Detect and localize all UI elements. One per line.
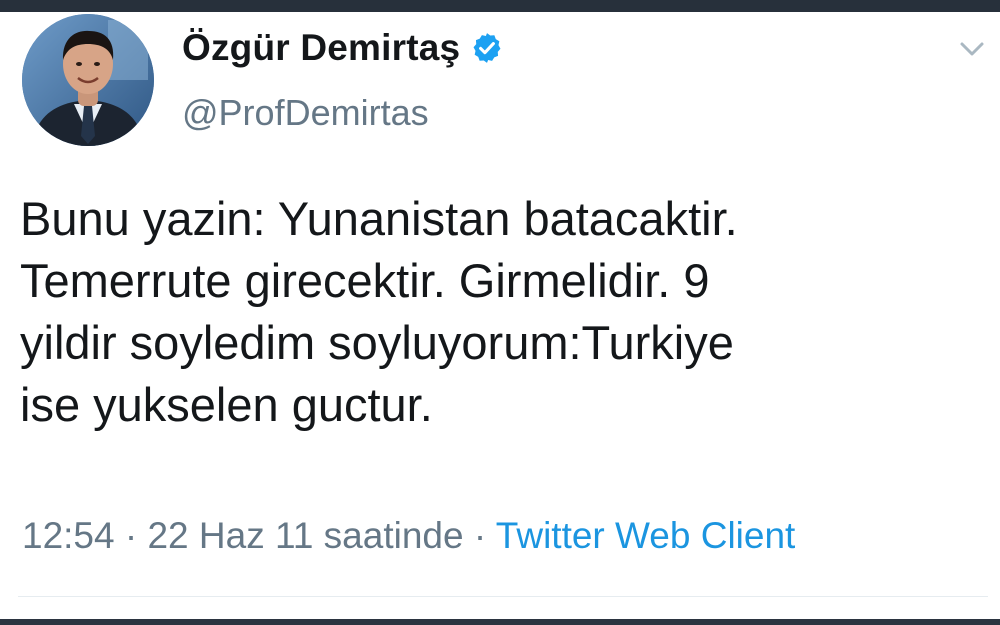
verified-badge-icon [470, 31, 504, 65]
tweet-date[interactable]: 22 Haz 11 saatinde [147, 515, 463, 556]
chevron-down-icon[interactable] [957, 38, 987, 60]
tweet-text-line: Temerrute girecektir. Girmelidir. 9 [20, 254, 710, 307]
tweet-screenshot: Özgür Demirtaş @ProfDemirtas Bunu yazin:… [0, 0, 1000, 625]
avatar[interactable] [22, 14, 154, 146]
meta-separator: · [114, 515, 148, 556]
tweet-meta: 12:54 · 22 Haz 11 saatinde · Twitter Web… [22, 515, 795, 557]
bottom-bar [0, 619, 1000, 625]
tweet-text-line: yildir soyledim soyluyorum:Turkiye [20, 316, 734, 369]
profile-photo-icon [22, 14, 154, 146]
source-link[interactable]: Twitter Web Client [496, 515, 796, 556]
user-handle[interactable]: @ProfDemirtas [182, 92, 429, 134]
tweet-text-line: ise yukselen guctur. [20, 378, 433, 431]
display-name[interactable]: Özgür Demirtaş [182, 27, 460, 69]
tweet-time[interactable]: 12:54 [22, 515, 115, 556]
meta-separator: · [463, 515, 496, 556]
divider [18, 596, 988, 597]
top-bar [0, 0, 1000, 12]
tweet-text-line: Bunu yazin: Yunanistan batacaktir. [20, 192, 738, 245]
tweet-text: Bunu yazin: Yunanistan batacaktir. Temer… [20, 188, 985, 436]
author-name-row[interactable]: Özgür Demirtaş [182, 22, 504, 74]
